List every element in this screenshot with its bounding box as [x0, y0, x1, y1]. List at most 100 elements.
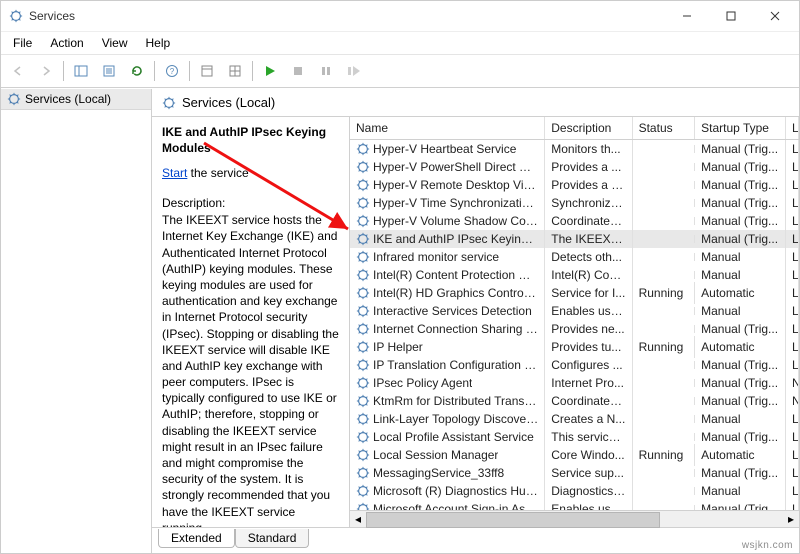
cell-status: [633, 415, 696, 423]
cell-logon: Loc: [786, 498, 799, 510]
show-hide-tree-button[interactable]: [68, 58, 94, 84]
view-tabs: Extended Standard: [152, 527, 799, 553]
toolbar-separator: [252, 61, 253, 81]
service-icon: [356, 286, 370, 300]
service-icon: [356, 412, 370, 426]
services-icon: [162, 96, 176, 110]
cell-status: [633, 379, 696, 387]
cell-status: [633, 433, 696, 441]
cell-status: [633, 325, 696, 333]
detail-desc-text: The IKEEXT service hosts the Internet Ke…: [162, 212, 339, 527]
app-icon: [9, 9, 23, 23]
service-icon: [356, 358, 370, 372]
titlebar: Services: [1, 1, 799, 32]
maximize-button[interactable]: [709, 2, 753, 30]
left-pane: Services (Local): [1, 89, 152, 553]
scroll-thumb[interactable]: [366, 512, 660, 528]
tab-standard[interactable]: Standard: [235, 529, 310, 548]
cell-status: Running: [633, 336, 696, 358]
export-list-button[interactable]: [96, 58, 122, 84]
scroll-left-icon[interactable]: ◂: [350, 512, 366, 526]
service-icon: [356, 484, 370, 498]
detail-service-name: IKE and AuthIP IPsec Keying Modules: [162, 125, 339, 156]
svg-text:?: ?: [170, 67, 175, 76]
cell-status: [633, 469, 696, 477]
properties-button[interactable]: [194, 58, 220, 84]
tab-extended[interactable]: Extended: [158, 529, 235, 548]
tree-node-services-local[interactable]: Services (Local): [1, 89, 151, 110]
service-icon: [356, 196, 370, 210]
service-icon: [356, 304, 370, 318]
cell-status: [633, 163, 696, 171]
scroll-track[interactable]: [366, 512, 783, 526]
cell-status: [633, 217, 696, 225]
main-body: Services (Local) Services (Local) IKE an…: [1, 88, 799, 553]
scroll-right-icon[interactable]: ▸: [783, 512, 799, 526]
col-startup[interactable]: Startup Type: [695, 117, 786, 139]
menu-action[interactable]: Action: [42, 34, 91, 52]
service-icon: [356, 448, 370, 462]
service-icon: [356, 250, 370, 264]
menu-help[interactable]: Help: [138, 34, 179, 52]
cell-status: [633, 397, 696, 405]
service-icon: [356, 142, 370, 156]
detail-start-line: Start the service: [162, 166, 339, 180]
detail-pane: IKE and AuthIP IPsec Keying Modules Star…: [152, 117, 350, 527]
start-service-link[interactable]: Start: [162, 166, 187, 180]
minimize-button[interactable]: [665, 2, 709, 30]
cell-status: [633, 235, 696, 243]
service-icon: [356, 214, 370, 228]
toolbar: ?: [1, 55, 799, 88]
service-icon: [356, 322, 370, 336]
service-icon: [356, 178, 370, 192]
right-content: IKE and AuthIP IPsec Keying Modules Star…: [152, 117, 799, 527]
cell-description: Enables use...: [545, 498, 632, 510]
watermark: wsjkn.com: [742, 540, 793, 551]
cell-status: [633, 199, 696, 207]
menubar: File Action View Help: [1, 32, 799, 55]
service-icon: [356, 430, 370, 444]
grid-button[interactable]: [222, 58, 248, 84]
menu-view[interactable]: View: [94, 34, 136, 52]
toolbar-separator: [154, 61, 155, 81]
toolbar-separator: [63, 61, 64, 81]
cell-status: [633, 253, 696, 261]
service-icon: [356, 340, 370, 354]
horizontal-scrollbar[interactable]: ◂ ▸: [350, 510, 799, 527]
col-logon[interactable]: Log: [786, 117, 799, 139]
detail-desc-label: Description:: [162, 196, 339, 210]
service-row[interactable]: Microsoft Account Sign-in AssistantEnabl…: [350, 500, 799, 510]
start-suffix: the service: [187, 166, 248, 180]
menu-file[interactable]: File: [5, 34, 40, 52]
cell-status: [633, 271, 696, 279]
service-icon: [356, 394, 370, 408]
cell-status: [633, 307, 696, 315]
pane-title: Services (Local): [182, 95, 275, 110]
service-rows: Hyper-V Heartbeat ServiceMonitors th...M…: [350, 140, 799, 510]
pause-service-button[interactable]: [313, 58, 339, 84]
col-name[interactable]: Name: [350, 117, 545, 139]
col-status[interactable]: Status: [633, 117, 696, 139]
window-title: Services: [29, 9, 665, 23]
col-description[interactable]: Description: [545, 117, 632, 139]
services-icon: [7, 92, 21, 106]
cell-status: Running: [633, 444, 696, 466]
list-pane: Name Description Status Startup Type Log…: [350, 117, 799, 527]
cell-status: [633, 487, 696, 495]
service-icon: [356, 502, 370, 510]
service-icon: [356, 376, 370, 390]
service-icon: [356, 466, 370, 480]
cell-status: Running: [633, 282, 696, 304]
cell-status: [633, 361, 696, 369]
help-button[interactable]: ?: [159, 58, 185, 84]
service-icon: [356, 268, 370, 282]
refresh-button[interactable]: [124, 58, 150, 84]
start-service-button[interactable]: [257, 58, 283, 84]
close-button[interactable]: [753, 2, 797, 30]
restart-service-button[interactable]: [341, 58, 367, 84]
cell-startup: Manual (Trig...: [695, 498, 786, 510]
back-button[interactable]: [5, 58, 31, 84]
stop-service-button[interactable]: [285, 58, 311, 84]
services-window: Services File Action View Help ?: [0, 0, 800, 554]
forward-button[interactable]: [33, 58, 59, 84]
